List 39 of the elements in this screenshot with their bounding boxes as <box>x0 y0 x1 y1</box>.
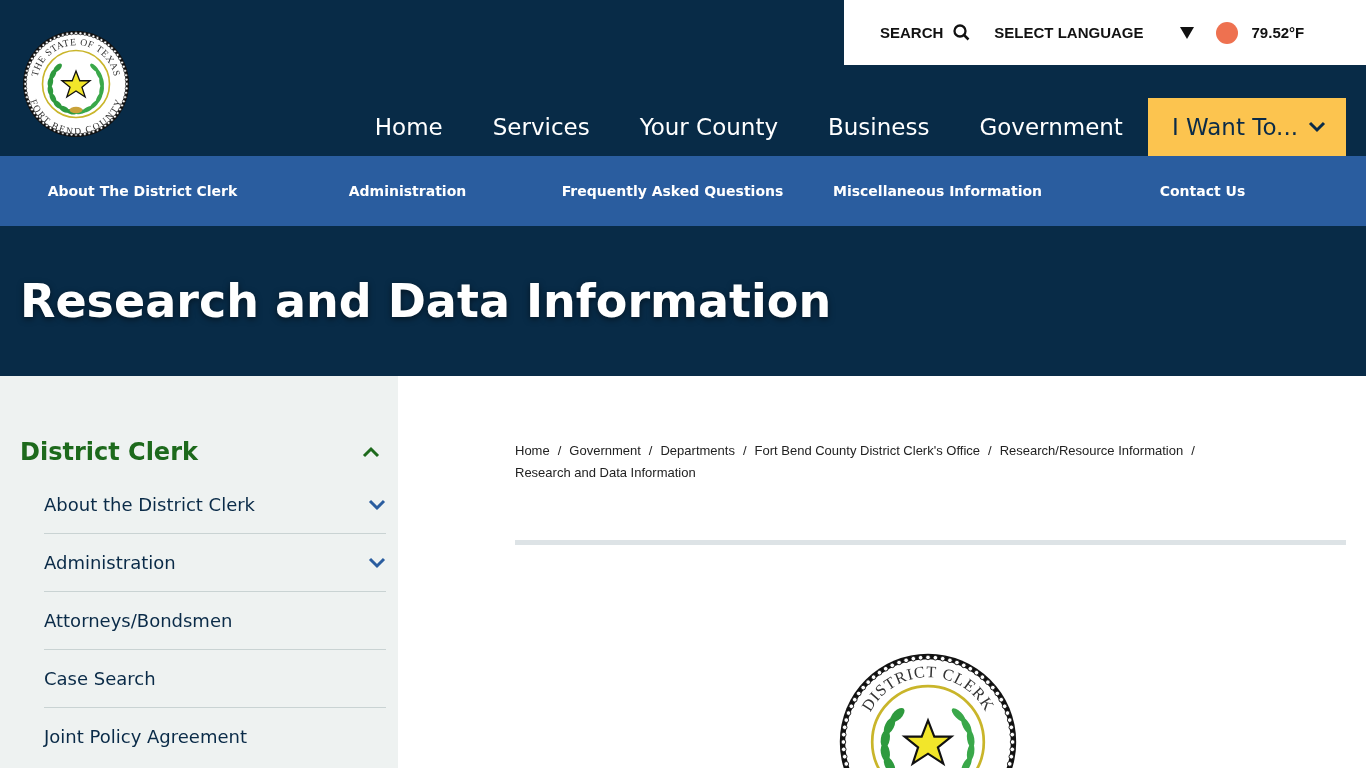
breadcrumb-separator: / <box>557 443 562 458</box>
sidebar-link[interactable]: Attorneys/Bondsmen <box>44 610 233 631</box>
search-icon <box>953 24 971 41</box>
nav-link[interactable]: Your County <box>639 114 778 140</box>
nav-link[interactable]: Home <box>374 114 443 140</box>
subnav-link[interactable]: Frequently Asked Questions <box>561 183 784 199</box>
sidebar-link[interactable]: Administration <box>44 552 176 573</box>
breadcrumb-link[interactable]: Home <box>515 443 550 458</box>
breadcrumb-separator: / <box>988 443 992 458</box>
sidebar-title[interactable]: District Clerk <box>20 438 198 466</box>
collapse-chevron-icon[interactable] <box>362 446 380 458</box>
subnav-link[interactable]: About The District Clerk <box>47 183 238 199</box>
page-title: Research and Data Information <box>20 274 832 328</box>
expand-chevron-icon[interactable] <box>368 498 386 511</box>
nav-link[interactable]: Services <box>492 114 590 140</box>
nav-link[interactable]: Government <box>979 114 1123 140</box>
breadcrumb-link[interactable]: Government <box>569 443 641 458</box>
breadcrumb-separator: / <box>648 443 653 458</box>
language-select[interactable]: SELECT LANGUAGE <box>994 24 1194 41</box>
sidebar-link[interactable]: Case Search <box>44 668 156 689</box>
breadcrumb-link[interactable]: Fort Bend County District Clerk's Office <box>754 443 980 458</box>
breadcrumb-current: Research and Data Information <box>515 464 696 482</box>
i-want-to-menu[interactable]: I Want To... <box>1147 98 1346 156</box>
expand-chevron-icon[interactable] <box>368 556 386 569</box>
subnav-link[interactable]: Contact Us <box>1159 183 1246 199</box>
subnav-link[interactable]: Administration <box>348 183 467 199</box>
subnav-link[interactable]: Miscellaneous Information <box>832 183 1043 199</box>
breadcrumb-link[interactable]: Research/Resource Information <box>999 443 1184 458</box>
sidebar-link[interactable]: About the District Clerk <box>44 494 256 515</box>
weather-icon <box>1215 21 1238 44</box>
dropdown-triangle-icon <box>1179 26 1194 39</box>
breadcrumb-link[interactable]: Departments <box>660 443 735 458</box>
sidebar-link[interactable]: Joint Policy Agreement <box>44 726 247 747</box>
temperature: 79.52°F <box>1251 24 1305 41</box>
search-button[interactable]: SEARCH <box>880 24 971 41</box>
breadcrumb-separator: / <box>1191 443 1195 458</box>
nav-link[interactable]: Business <box>828 114 930 140</box>
chevron-down-icon <box>1308 121 1326 133</box>
breadcrumb-separator: / <box>742 443 747 458</box>
